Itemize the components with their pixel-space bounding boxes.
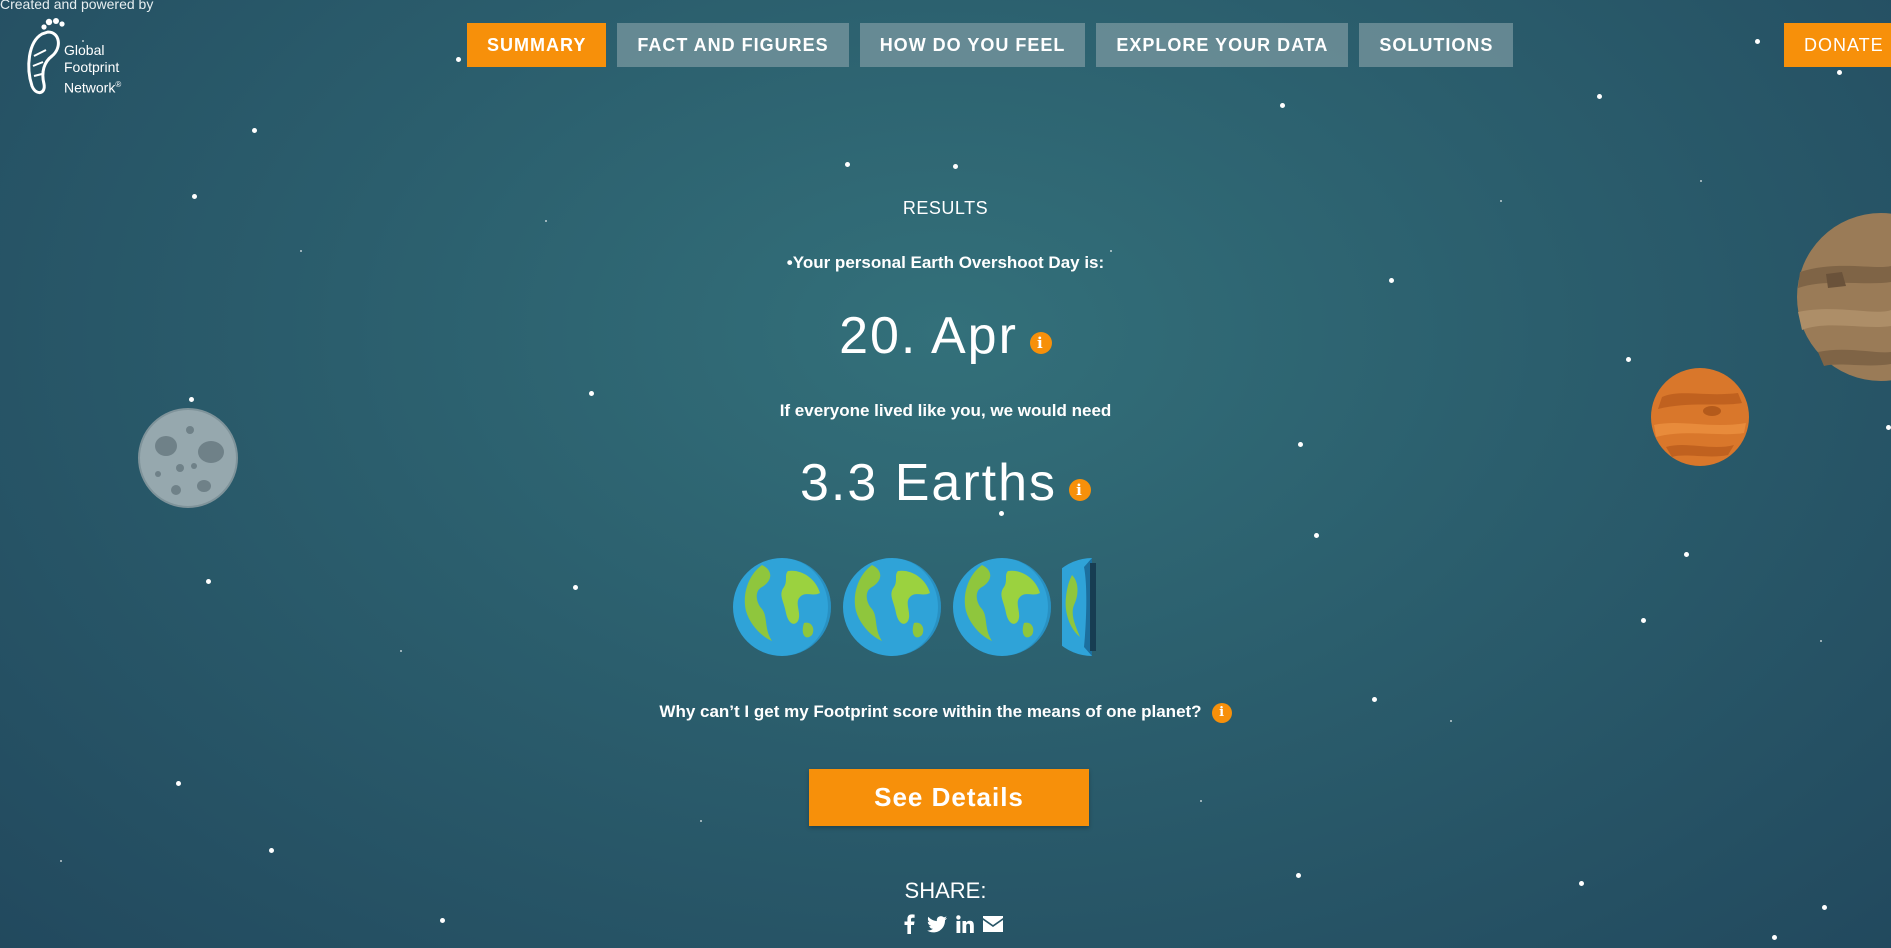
tab-summary[interactable]: SUMMARY — [467, 23, 607, 67]
results-heading: RESULTS — [902, 198, 989, 218]
see-details-button[interactable]: See Details — [809, 769, 1089, 826]
overshoot-info-icon[interactable]: i — [1029, 332, 1052, 355]
why-one-planet-question: Why can’t I get my Footprint score withi… — [0, 702, 1891, 723]
overshoot-day-label: •Your personal Earth Overshoot Day is: — [786, 253, 1105, 272]
earths-visualization — [732, 557, 1102, 662]
donate-button[interactable]: DONATE — [1784, 23, 1891, 67]
email-icon[interactable] — [983, 914, 1003, 934]
overshoot-day-value: 20. Apr i — [0, 306, 1891, 366]
earth-globe-icon — [953, 558, 1051, 656]
earth-globe-icon — [733, 558, 831, 656]
share-links — [899, 914, 1003, 934]
powered-by-credit: Created and powered by — [0, 0, 154, 12]
overshoot-day-date: 20. Apr — [839, 307, 1018, 365]
twitter-icon[interactable] — [927, 914, 947, 934]
earths-count: 3.3 Earths — [799, 454, 1058, 512]
tab-fact-and-figures[interactable]: FACT AND FIGURES — [617, 23, 849, 67]
earths-needed-value: 3.3 Earths i — [0, 453, 1891, 513]
tab-solutions[interactable]: SOLUTIONS — [1359, 23, 1514, 67]
logo-wordmark: Global Footprint Network® — [64, 42, 122, 96]
global-footprint-network-logo[interactable]: Global Footprint Network® — [24, 16, 134, 98]
main-navigation: SUMMARY FACT AND FIGURES HOW DO YOU FEEL… — [467, 23, 1514, 67]
earths-info-icon[interactable]: i — [1069, 479, 1092, 502]
why-one-planet-text: Why can’t I get my Footprint score withi… — [659, 702, 1202, 721]
linkedin-icon[interactable] — [955, 914, 975, 934]
tab-how-do-you-feel[interactable]: HOW DO YOU FEEL — [859, 23, 1086, 67]
share-label: SHARE: — [904, 878, 987, 903]
footprint-logo-icon — [27, 18, 65, 94]
tab-explore-your-data[interactable]: EXPLORE YOUR DATA — [1096, 23, 1349, 67]
partial-earth-globe-icon — [1062, 558, 1096, 656]
facebook-icon[interactable] — [899, 914, 919, 934]
why-info-icon[interactable]: i — [1211, 702, 1232, 723]
earth-globe-icon — [843, 558, 941, 656]
earths-needed-label: If everyone lived like you, we would nee… — [779, 401, 1112, 420]
